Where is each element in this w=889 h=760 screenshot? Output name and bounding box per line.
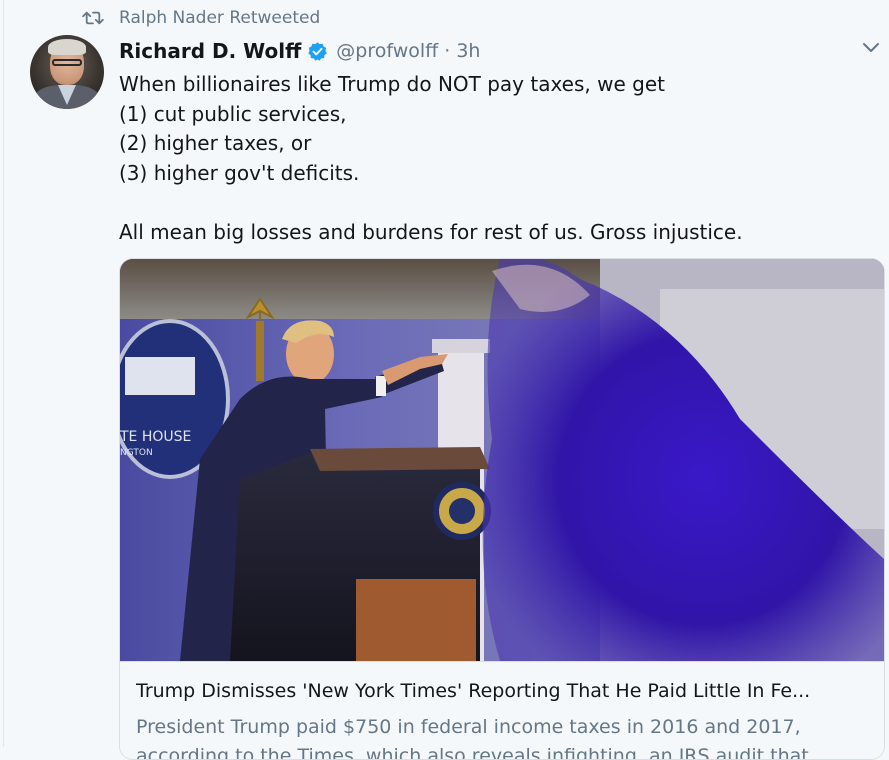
seal-text-left: TE HOUSE — [120, 429, 191, 445]
tweet-line — [119, 188, 839, 218]
separator: · — [444, 40, 451, 62]
retweet-icon — [82, 11, 104, 25]
avatar-glasses — [52, 59, 82, 66]
card-meta[interactable]: Trump Dismisses 'New York Times' Reporti… — [120, 661, 884, 760]
tweet-header: Richard D. Wolff @profwolff · 3h — [119, 36, 480, 66]
retweet-context: Ralph Nader Retweeted — [82, 5, 320, 31]
tweet-line: All mean big losses and burdens for rest… — [119, 219, 743, 244]
chevron-down-icon[interactable] — [861, 38, 881, 58]
tweet-text: When billionaires like Trump do NOT pay … — [119, 70, 839, 247]
verified-badge-icon — [308, 41, 327, 61]
display-name[interactable]: Richard D. Wolff — [119, 39, 301, 63]
avatar[interactable] — [30, 35, 104, 109]
card-title[interactable]: Trump Dismisses 'New York Times' Reporti… — [136, 680, 866, 702]
timestamp[interactable]: 3h — [456, 40, 480, 62]
card-description: President Trump paid $750 in federal inc… — [136, 716, 809, 760]
tweet[interactable]: Ralph Nader Retweeted Richard D. Wolff @… — [3, 0, 888, 760]
retweet-label[interactable]: Ralph Nader Retweeted — [119, 8, 320, 28]
seal-text-left-sub: NGTON — [120, 448, 153, 458]
tweet-line: When billionaires like Trump do NOT pay … — [119, 72, 665, 96]
avatar-hair — [48, 39, 86, 55]
handle[interactable]: @profwolff — [336, 40, 438, 62]
card-image[interactable]: TE HOUSE NGTON — [120, 259, 884, 661]
tweet-line: (1) cut public services, — [119, 101, 347, 126]
link-card[interactable]: TE HOUSE NGTON Trump Dismisses 'New York… — [119, 258, 885, 760]
tweet-line: (3) higher gov't deficits. — [119, 160, 360, 185]
tweet-line: (2) higher taxes, or — [119, 131, 312, 155]
